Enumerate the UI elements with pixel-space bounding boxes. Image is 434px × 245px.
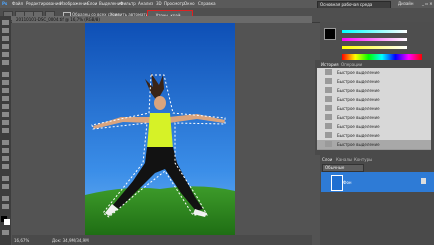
menu-edit[interactable]: Редактирование [26,1,61,6]
tab-history[interactable]: История [321,62,339,67]
hand-tool-icon[interactable] [2,196,9,201]
move-tool-icon[interactable] [2,20,9,25]
yellow-top [147,113,173,149]
history-brush-icon [325,69,332,75]
tab-layers[interactable]: Слои [322,157,332,162]
gradient-tool-icon[interactable] [2,112,9,117]
quick-selection-tool-icon[interactable] [2,44,9,49]
menu-window[interactable]: Окно [184,1,195,6]
menu-image[interactable]: Изображение [60,1,89,6]
brush-tool-icon[interactable] [2,80,9,85]
3d-orbit-tool-icon[interactable] [2,184,9,189]
dodge-tool-icon[interactable] [2,128,9,133]
menu-file[interactable]: Файл [12,1,23,6]
layer-thumbnail [331,175,343,191]
photoshop-logo: Ps [2,1,8,6]
clone-stamp-tool-icon[interactable] [2,88,9,93]
doc-size-info: Док: 34,9М/34,9М [52,238,89,243]
history-brush-icon [325,96,332,102]
zoom-tool-icon[interactable] [2,204,9,209]
blend-mode-select[interactable]: Обычные [322,164,364,172]
eye-icon[interactable] [323,178,329,184]
photo-jumping-woman[interactable] [85,23,235,235]
history-brush-tool-icon[interactable] [2,96,9,101]
red-slider[interactable] [342,30,407,33]
document-tab[interactable]: 20110101-DSC_0004.tif @ 16,7% (RGB/8) [12,16,312,23]
history-panel: История Операции Быстрое выделение Быстр… [315,60,434,155]
history-brush-icon [325,105,332,111]
layer-row-background[interactable]: Фон [321,172,434,192]
workspace-label: Основная рабочая среда [320,2,373,7]
blur-tool-icon[interactable] [2,120,9,125]
color-fg-swatch[interactable] [324,28,336,40]
zoom-level[interactable]: 16,67% [14,238,29,243]
menu-analysis[interactable]: Анализ [138,1,153,6]
background-color-swatch[interactable] [4,219,10,225]
status-bar: 16,67% Док: 34,9М/34,9М [12,235,312,245]
document-title: 20110101-DSC_0004.tif @ 16,7% (RGB/8) [16,17,100,22]
history-brush-icon [325,132,332,138]
healing-brush-tool-icon[interactable] [2,72,9,77]
eraser-tool-icon[interactable] [2,104,9,109]
lasso-tool-icon[interactable] [2,36,9,41]
marquee-tool-icon[interactable] [2,28,9,33]
photo-content [85,23,235,235]
layer-name: Фон [343,180,352,185]
quick-mask-icon[interactable] [2,230,9,235]
menu-bar: Ps Файл Редактирование Изображение Слои … [0,0,434,9]
tab-actions[interactable]: Операции [341,62,362,67]
menu-filter[interactable]: Фильтр [120,1,136,6]
shape-tool-icon[interactable] [2,164,9,169]
menu-3d[interactable]: 3D [156,1,162,6]
history-row-current[interactable]: Быстрое выделение [317,140,431,150]
menu-help[interactable]: Справка [198,1,216,6]
pen-tool-icon[interactable] [2,140,9,145]
menu-design[interactable]: Дизайн [398,1,414,6]
window-controls-icon[interactable]: _ ▫ ✕ [422,1,433,6]
head [154,96,166,110]
tab-paths[interactable]: Контуры [354,157,372,162]
tab-channels[interactable]: Каналы [336,157,352,162]
tools-panel [0,16,11,245]
history-brush-icon [325,78,332,84]
menu-view[interactable]: Просмотр [164,1,185,6]
crop-tool-icon[interactable] [2,52,9,57]
history-brush-icon [325,123,332,129]
layers-panel: Слои Каналы Контуры Обычные [320,155,434,245]
menu-layers[interactable]: Слои [87,1,97,6]
blue-slider[interactable] [342,46,407,49]
path-selection-tool-icon[interactable] [2,156,9,161]
history-brush-icon [325,141,332,147]
3d-rotate-tool-icon[interactable] [2,176,9,181]
history-brush-icon [325,114,332,120]
green-slider[interactable] [342,38,407,41]
lock-icon [421,178,426,184]
eyedropper-tool-icon[interactable] [2,60,9,65]
history-brush-icon [325,87,332,93]
type-tool-icon[interactable] [2,148,9,153]
